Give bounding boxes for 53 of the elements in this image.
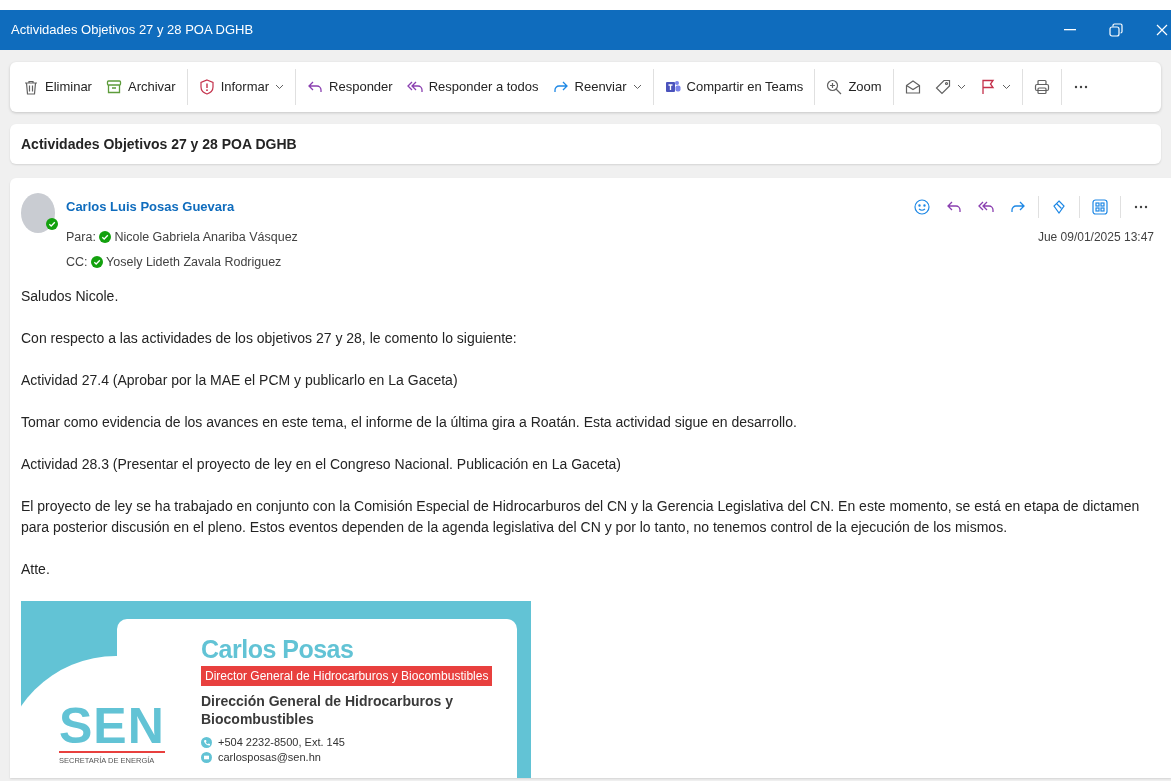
reply-icon[interactable] [946,199,962,215]
trash-icon [23,79,39,95]
reply-all-icon[interactable] [978,199,994,215]
email-icon [201,751,212,763]
body-paragraph: Actividad 28.3 (Presentar el proyecto de ley en el Congreso Nacional. Publicación en La Gaceta) [21,454,622,474]
toolbar-button[interactable]: Eliminar [16,71,99,103]
reply-icon [307,79,324,95]
sender-name[interactable]: Carlos Luis Posas Guevara [66,197,235,217]
close-icon [1156,24,1168,36]
archive-icon [105,79,122,95]
toolbar-button[interactable]: Responder [300,71,400,103]
recipient-name[interactable]: Nicole Gabriela Anariba Vásquez [114,227,298,247]
toolbar-button[interactable]: Compartir en Teams [657,71,811,103]
window-title: Actividades Objetivos 27 y 28 POA DGHB [11,21,254,40]
toolbar-button[interactable]: Responder a todos [399,71,546,103]
flag-icon [979,79,996,95]
restore-icon [1109,23,1123,37]
zoom-icon [826,79,843,95]
printer-icon [1033,79,1050,95]
signature-department: Dirección General de Hidrocarburos y Biocombustibles [201,692,455,729]
tag-icon [934,79,951,95]
toolbar-button[interactable]: Zoom [819,71,889,103]
toolbar-button[interactable]: Reenviar [545,71,649,103]
toolbar-button[interactable]: Informar [191,71,292,103]
body-paragraph: Atte. [21,559,51,579]
apps-icon[interactable] [1092,199,1108,215]
logo-text: SEN [59,700,165,751]
phone-icon [201,736,212,748]
body-paragraph: El proyecto de ley se ha trabajado en conjunto con la Comisión Especial de Hidrocarburos del CN y la Gerencia Legislativa del CN. En este momento, se está en etapa de dictamen para posterior discusión en el pleno. Estos eventos dependen de la agenda legislativa del CN y por lo tanto, no tenemos control de la ejecución de los mismos. [21,496,1141,537]
forward-icon[interactable] [1010,199,1026,215]
reply-all-icon [406,79,423,95]
forward-icon [552,79,569,95]
body-paragraph: Saludos Nicole. [21,286,120,306]
body-paragraph: Actividad 27.4 (Aprobar por la MAE el PCM y publicarlo en La Gaceta) [21,370,459,390]
teams-icon [664,79,681,95]
diamond-icon[interactable] [1051,199,1067,215]
body-paragraph: Tomar como evidencia de los avances en este tema, el informe de la última gira a Roatán. Esta actividad sigue en desarrollo. [21,412,798,432]
subject-heading: Actividades Objetivos 27 y 28 POA DGHB [21,134,297,154]
signature-name: Carlos Posas [201,635,355,663]
minimize-icon [1064,29,1076,31]
signature-email: carlosposas@sen.hn [218,749,321,765]
smiley-icon[interactable] [914,199,930,215]
avatar-placeholder [21,193,55,233]
recipient-name[interactable]: Yosely Lideth Zavala Rodriguez [106,252,282,272]
shield-icon [198,79,215,95]
body-paragraph: Con respecto a las actividades de los objetivos 27 y 28, le comento lo siguiente: [21,328,518,348]
signature-phone: +504 2232-8500, Ext. 145 [218,734,345,750]
signature-role: Director General de Hidrocarburos y Biocombustibles [201,666,493,686]
recipient-label: Para: [66,228,96,246]
sent-date: Jue 09/01/2025 13:47 [1037,228,1155,246]
toolbar-button[interactable]: Archivar [98,71,183,103]
envelope-icon [904,79,921,95]
recipient-label: CC: [66,253,88,271]
